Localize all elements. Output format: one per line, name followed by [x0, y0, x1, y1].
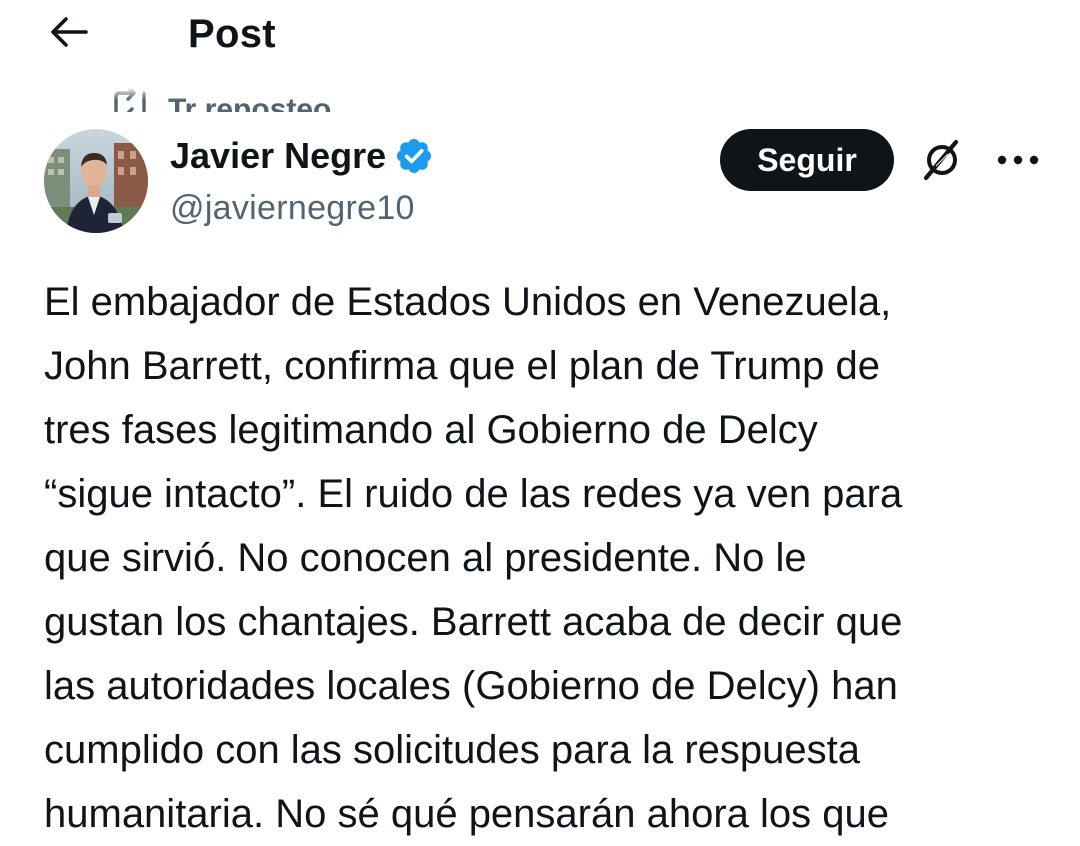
author-handle[interactable]: @javiernegre10: [170, 186, 415, 230]
avatar-photo: [44, 129, 148, 233]
back-button[interactable]: [40, 10, 96, 58]
post-text-line: John Barrett, confirma que el plan de Tr…: [44, 344, 881, 388]
grok-icon: [918, 136, 966, 189]
author-name-text: Javier Negre: [170, 135, 387, 176]
post-text-line: El embajador de Estados Unidos en Venezu…: [44, 280, 892, 324]
post-text-line: que sirvió. No conocen al presidente. No…: [44, 536, 807, 580]
more-options-button[interactable]: [986, 136, 1050, 188]
page-title: Post: [188, 12, 276, 56]
header-fade-overlay: [70, 60, 410, 100]
post-text-line: “sigue intacto”. El ruido de las redes y…: [44, 472, 903, 516]
avatar[interactable]: [44, 129, 148, 233]
post-text-line: humanitaria. No sé qué pensarán ahora lo…: [44, 792, 889, 836]
follow-button[interactable]: Seguir: [720, 129, 894, 191]
grok-button[interactable]: [914, 136, 970, 188]
verified-badge-icon[interactable]: [394, 136, 434, 176]
post-text: El embajador de Estados Unidos en Venezu…: [44, 270, 1054, 846]
post-text-line: las autoridades locales (Gobierno de Del…: [44, 664, 898, 708]
author-name[interactable]: Javier Negre: [170, 134, 434, 178]
post-text-line: cumplido con las solicitudes para la res…: [44, 728, 860, 772]
more-options-icon: [996, 153, 1040, 171]
post-text-line: gustan los chantajes. Barrett acaba de d…: [44, 600, 903, 644]
arrow-left-icon: [48, 16, 88, 53]
post-text-line: tres fases legitimando al Gobierno de De…: [44, 408, 818, 452]
